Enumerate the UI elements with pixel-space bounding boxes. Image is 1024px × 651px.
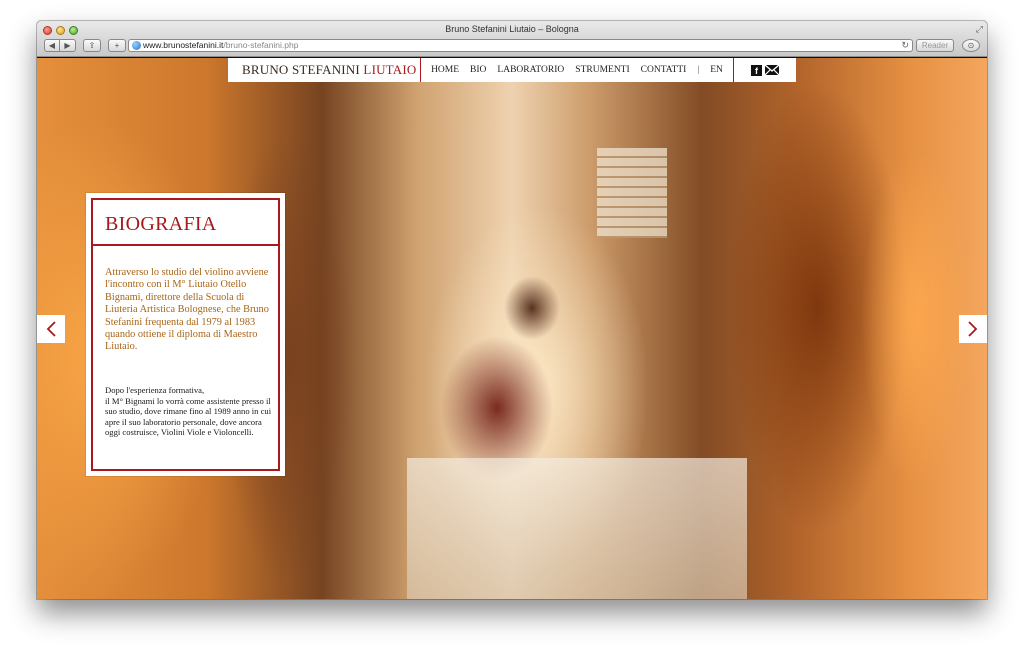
address-bar[interactable]: www.brunostefanini.it/bruno-stefanini.ph… — [128, 39, 913, 52]
back-arrow-icon: ◀ — [48, 40, 56, 50]
biography-card: BIOGRAFIA Attraverso lo studio del violi… — [85, 192, 286, 477]
reader-button[interactable]: Reader — [916, 39, 954, 52]
chevron-right-icon — [968, 321, 978, 337]
share-icon: ⇪ — [88, 40, 96, 50]
globe-icon — [132, 41, 141, 50]
biography-intro: Attraverso lo studio del violino avviene… — [105, 267, 269, 353]
back-button[interactable]: ◀ — [44, 39, 60, 52]
nav-strumenti[interactable]: STRUMENTI — [575, 65, 629, 75]
slider-next-button[interactable] — [959, 315, 987, 343]
biography-body-rest: il M° Bignami lo vorrà come assistente p… — [105, 395, 272, 438]
social-links: f — [734, 64, 796, 76]
biography-body-line1: Dopo l'esperienza formativa, — [105, 385, 205, 395]
brand-accent: LIUTAIO — [363, 62, 417, 77]
biography-card-frame: BIOGRAFIA Attraverso lo studio del violi… — [91, 198, 280, 471]
site-header: BRUNO STEFANINI LIUTAIO HOME BIO LABORAT… — [228, 58, 796, 82]
fullscreen-icon[interactable]: ⤢ — [976, 24, 983, 35]
reload-icon[interactable]: ↻ — [901, 40, 909, 51]
nav-divider: | — [697, 65, 700, 75]
forward-button[interactable]: ▶ — [60, 39, 76, 52]
download-icon: ⊙ — [967, 40, 975, 50]
background-photo-shelf — [597, 148, 667, 238]
background-photo-luthier — [422, 248, 572, 488]
share-button[interactable]: ⇪ — [83, 39, 101, 52]
window-title: Bruno Stefanini Liutaio – Bologna — [445, 24, 579, 34]
nav-bio[interactable]: BIO — [470, 65, 486, 75]
background-photo-workbench — [407, 458, 747, 599]
downloads-button[interactable]: ⊙ — [962, 39, 980, 52]
biography-title-rule — [93, 244, 278, 246]
nav-laboratorio[interactable]: LABORATORIO — [497, 65, 564, 75]
slider-prev-button[interactable] — [37, 315, 65, 343]
add-bookmark-button[interactable]: + — [108, 39, 126, 52]
biography-title: BIOGRAFIA — [105, 213, 217, 235]
site-logo[interactable]: BRUNO STEFANINI LIUTAIO — [228, 62, 420, 78]
biography-body: Dopo l'esperienza formativa, il M° Bigna… — [105, 385, 275, 438]
main-nav: HOME BIO LABORATORIO STRUMENTI CONTATTI … — [421, 65, 733, 75]
brand-name: BRUNO STEFANINI — [242, 62, 360, 77]
forward-arrow-icon: ▶ — [64, 40, 71, 50]
facebook-icon[interactable]: f — [751, 64, 762, 76]
nav-language-en[interactable]: EN — [710, 65, 723, 75]
page-viewport: BRUNO STEFANINI LIUTAIO HOME BIO LABORAT… — [37, 58, 987, 599]
browser-titlebar: Bruno Stefanini Liutaio – Bologna ⤢ ◀ ▶ … — [37, 21, 987, 57]
nav-home[interactable]: HOME — [431, 65, 459, 75]
chevron-left-icon — [46, 321, 56, 337]
mail-icon[interactable] — [765, 65, 779, 75]
url-host: www.brunostefanini.it — [143, 40, 224, 50]
nav-contatti[interactable]: CONTATTI — [641, 65, 687, 75]
plus-icon: + — [114, 40, 120, 50]
url-path: /bruno-stefanini.php — [223, 40, 299, 50]
browser-window: Bruno Stefanini Liutaio – Bologna ⤢ ◀ ▶ … — [37, 21, 987, 599]
